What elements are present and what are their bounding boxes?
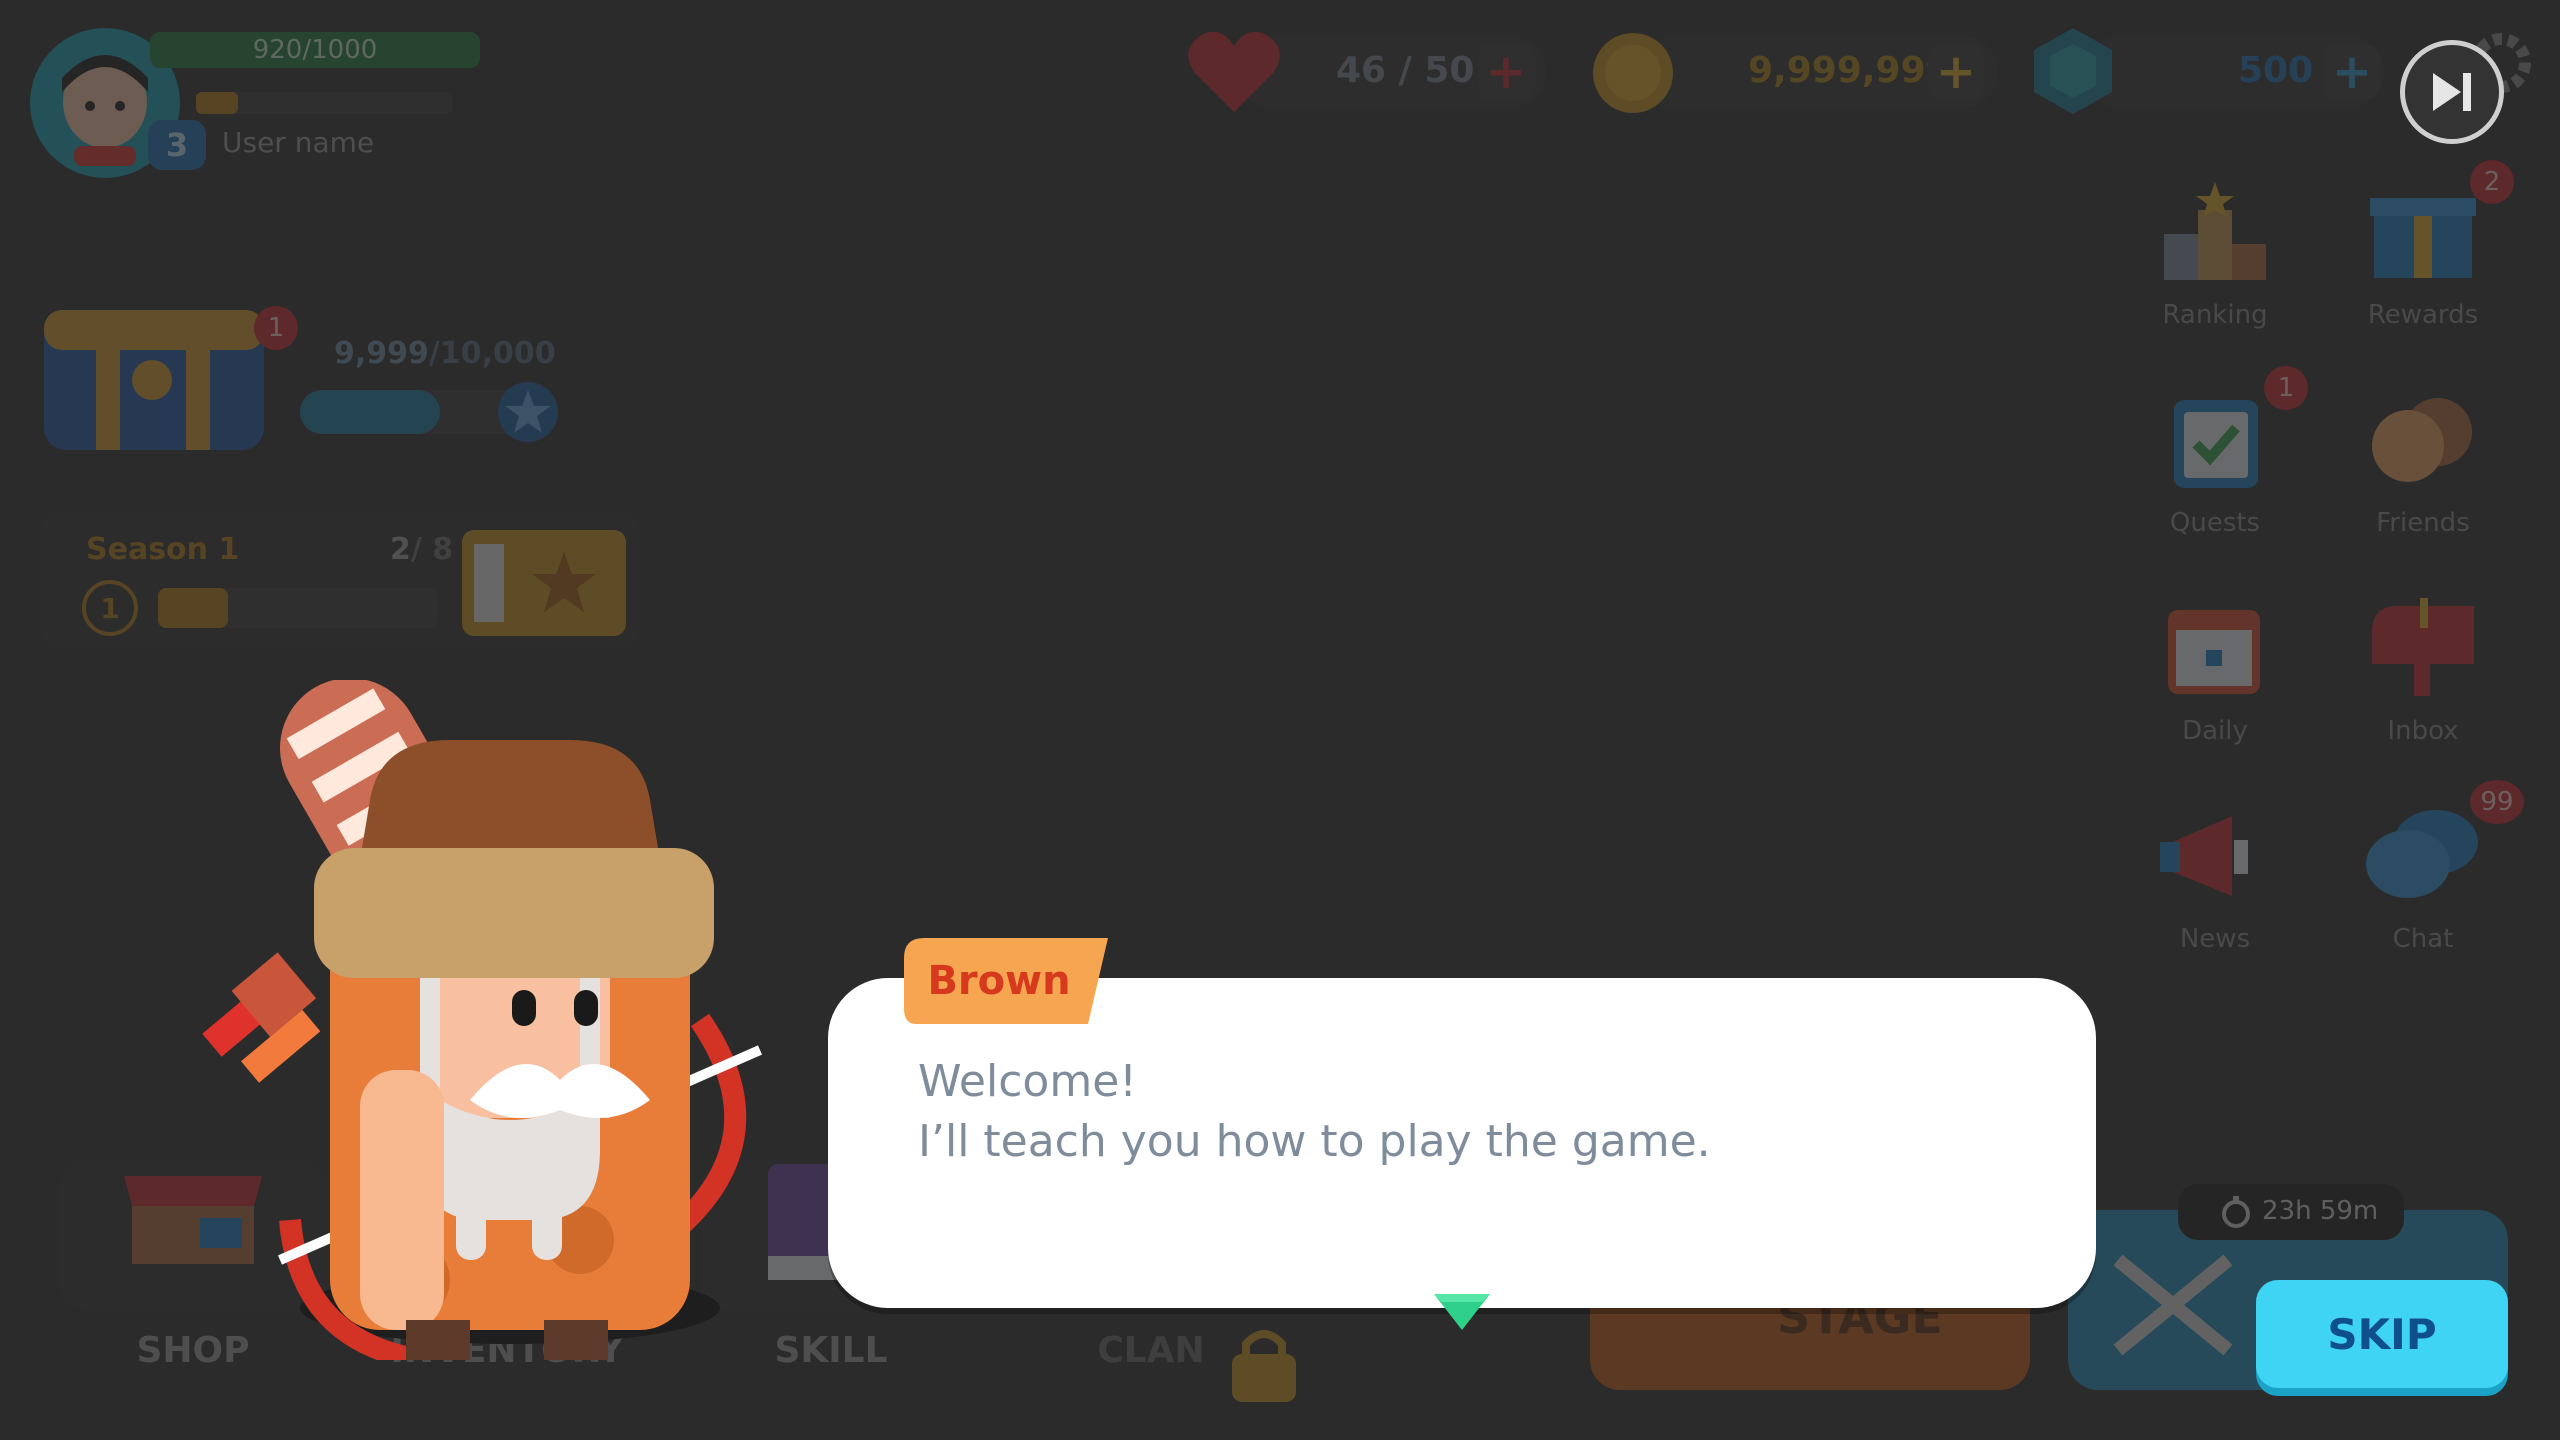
mailbox-icon bbox=[2372, 598, 2474, 696]
coin-icon bbox=[1593, 33, 1673, 113]
quests-label: Quests bbox=[2169, 508, 2261, 538]
event-timer: 23h 59m bbox=[2178, 1184, 2404, 1240]
chest-progress-text: 9,999/10,000 bbox=[334, 336, 556, 371]
ranking-label: Ranking bbox=[2162, 300, 2268, 330]
chest-badge: 1 bbox=[254, 306, 298, 350]
crossed-swords-icon bbox=[2113, 1254, 2233, 1356]
calendar-icon bbox=[2168, 610, 2260, 694]
season-progress-current: 2 bbox=[390, 532, 411, 567]
podium-icon bbox=[2164, 182, 2266, 280]
brown-character bbox=[202, 680, 763, 1360]
friends-label: Friends bbox=[2376, 508, 2470, 538]
add-hearts-button[interactable]: + bbox=[1478, 44, 1534, 100]
clipboard-check-icon bbox=[2174, 400, 2258, 488]
treasure-chest-icon[interactable] bbox=[34, 280, 284, 460]
event-timer-text: 23h 59m bbox=[2262, 1196, 2379, 1226]
level-badge: 3 bbox=[148, 120, 206, 170]
xp-bar: 920/1000 bbox=[150, 32, 480, 68]
season-ticket-icon bbox=[462, 530, 626, 636]
skip-forward-icon bbox=[2433, 73, 2471, 111]
sub-progress-fill bbox=[196, 92, 238, 114]
skip-button[interactable]: SKIP bbox=[2256, 1280, 2508, 1388]
username: User name bbox=[222, 126, 375, 159]
dialog-line-1: Welcome! bbox=[918, 1056, 1137, 1107]
lock-icon bbox=[1232, 1330, 1296, 1402]
chest-progress-total: /10,000 bbox=[428, 336, 556, 371]
daily-label: Daily bbox=[2182, 716, 2248, 746]
chat-bubbles-icon bbox=[2366, 810, 2478, 898]
gem-icon bbox=[2034, 28, 2112, 114]
daily-button[interactable]: Daily bbox=[2140, 566, 2290, 746]
hearts-count: 46 / 50 bbox=[1336, 50, 1475, 91]
rewards-badge: 2 bbox=[2470, 160, 2514, 204]
chest-progress-current: 9,999 bbox=[334, 336, 429, 371]
friends-icon bbox=[2372, 398, 2472, 482]
dialog-line-2: I’ll teach you how to play the game. bbox=[918, 1116, 1711, 1167]
friends-button[interactable]: Friends bbox=[2348, 358, 2498, 538]
season-progress-total: / 8 bbox=[410, 532, 454, 567]
quests-badge: 1 bbox=[2264, 366, 2308, 410]
inbox-label: Inbox bbox=[2387, 716, 2459, 746]
chat-badge: 99 bbox=[2470, 780, 2524, 824]
avatar-face-icon bbox=[62, 55, 148, 166]
chat-label: Chat bbox=[2392, 924, 2454, 954]
inbox-button[interactable]: Inbox bbox=[2348, 566, 2498, 746]
ranking-button[interactable]: Ranking bbox=[2140, 150, 2290, 330]
gift-icon bbox=[2370, 198, 2476, 278]
rewards-label: Rewards bbox=[2367, 300, 2479, 330]
stopwatch-icon bbox=[2222, 1196, 2250, 1228]
gems-count: 500 bbox=[2238, 50, 2314, 91]
megaphone-icon bbox=[2160, 816, 2248, 896]
news-label: News bbox=[2179, 924, 2251, 954]
heart-icon bbox=[1188, 31, 1280, 112]
add-coins-button[interactable]: + bbox=[1928, 44, 1984, 100]
skip-forward-button[interactable] bbox=[2400, 40, 2504, 144]
speaker-name: Brown bbox=[927, 958, 1071, 1004]
xp-text: 920/1000 bbox=[252, 35, 378, 65]
season-tier: 1 bbox=[82, 580, 138, 636]
dialog-next-arrow-icon[interactable] bbox=[1432, 1290, 1492, 1334]
add-gems-button[interactable]: + bbox=[2324, 44, 2380, 100]
season-progress: 2/ 8 bbox=[390, 532, 453, 567]
star-badge-icon bbox=[498, 382, 558, 442]
chest-progress-fill bbox=[300, 390, 440, 434]
season-progress-fill bbox=[158, 588, 228, 628]
dialog-text: Welcome! I’ll teach you how to play the … bbox=[918, 1052, 2038, 1172]
season-label: Season 1 bbox=[86, 532, 240, 567]
coins-count: 9,999,999 bbox=[1748, 50, 1951, 91]
news-button[interactable]: News bbox=[2140, 774, 2290, 954]
